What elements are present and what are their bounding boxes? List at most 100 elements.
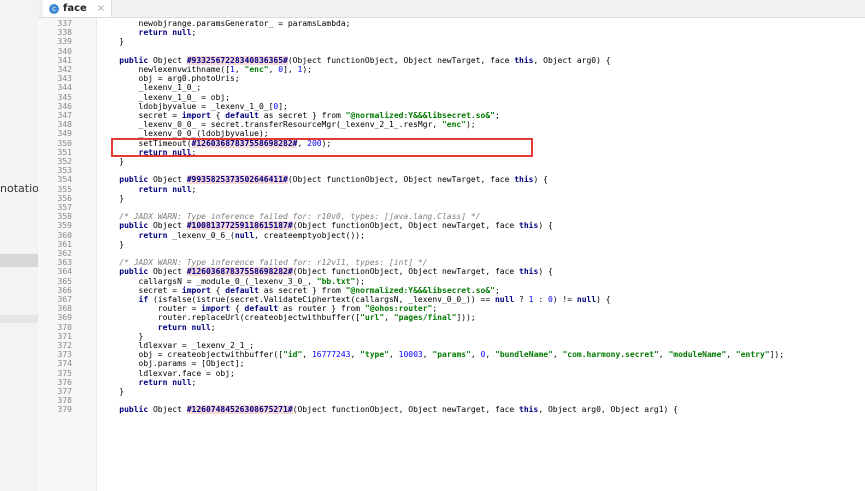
method-name: #9332567228340836365# [186, 55, 288, 65]
code-token: ]; [278, 101, 288, 111]
code-token: , [384, 313, 394, 323]
code-token: callargsN = _module_0_(_lexenv_3_0_, [100, 276, 317, 286]
code-token: ; [191, 28, 197, 38]
code-text: obj.params = [Object]; [100, 359, 245, 368]
code-text: public Object #9332567228340836365#(Obje… [100, 55, 611, 65]
line-number: 375 [57, 368, 72, 378]
code-token: Object [148, 267, 187, 277]
code-token: } [100, 37, 125, 47]
code-text: newobjrange.paramsGenerator_ = paramsLam… [100, 19, 351, 28]
code-token: default [225, 285, 259, 295]
code-token: } [100, 387, 125, 396]
code-token: ); [355, 276, 365, 286]
code-text: return null; [100, 323, 216, 332]
code-token: public [119, 221, 149, 231]
line-number: 370 [57, 322, 72, 332]
code-text: obj = createobjectwithbuffer(["id", 1677… [100, 350, 785, 360]
code-token: , [389, 350, 399, 360]
code-token: ); [466, 120, 476, 130]
code-token: default [225, 111, 259, 120]
highlight-annotation-box [111, 138, 533, 157]
code-text: } [100, 240, 124, 249]
code-text: router.replaceUrl(createobjectwithbuffer… [100, 313, 476, 322]
code-text: } [100, 387, 124, 396]
code-token: , [658, 350, 669, 360]
string-literal: "url" [360, 313, 385, 323]
line-number: 355 [57, 184, 72, 194]
line-number: 349 [57, 129, 72, 139]
line-number: 379 [57, 405, 72, 415]
string-literal: "moduleName" [668, 350, 727, 360]
string-literal: "pages/final" [393, 313, 457, 323]
class-icon: c [49, 3, 59, 14]
code-token: this [519, 267, 539, 277]
line-number: 366 [57, 285, 72, 295]
code-token: ldobjbyvalue = _lexenv_1_0_[ [100, 101, 274, 111]
code-token: { [210, 111, 226, 120]
string-literal: "enc" [441, 120, 467, 130]
code-token: ); [302, 65, 312, 74]
close-icon[interactable]: × [97, 3, 105, 14]
code-text: _lexenv_1_0_ = obj; [100, 93, 231, 102]
code-token: return null [138, 377, 192, 387]
line-number: 361 [57, 239, 72, 249]
code-token: ) { [596, 295, 611, 304]
line-number: 377 [57, 387, 72, 396]
left-panel-row[interactable] [0, 315, 38, 323]
code-token: ])); [456, 313, 476, 323]
line-number: 372 [57, 341, 72, 350]
code-token: ) { [538, 221, 553, 231]
code-token: this [514, 55, 534, 65]
left-panel: notatio [0, 0, 39, 491]
line-number: 378 [57, 396, 72, 406]
tab-face[interactable]: c face × [43, 0, 113, 17]
code-editor[interactable]: 337 newobjrange.paramsGenerator_ = param… [38, 18, 865, 491]
code-text: ldlexvar.face = obj; [100, 369, 235, 378]
code-text: /* JADX WARN: Type inference failed for:… [100, 258, 428, 268]
code-token: obj = createobjectwithbuffer([ [100, 350, 284, 360]
line-number: 374 [57, 359, 72, 369]
code-comment: /* JADX WARN: Type inference failed for:… [100, 258, 428, 268]
string-literal: "type" [360, 350, 390, 360]
code-token: _lexenv_0_0_ = secret.transferResourceMg… [100, 120, 442, 130]
code-token: , [470, 350, 481, 360]
line-number: 360 [57, 230, 72, 240]
code-token: , [485, 350, 496, 360]
code-comment: /* JADX WARN: Type inference failed for:… [100, 212, 481, 222]
code-token: (Object functionObject, Object newTarget… [292, 405, 520, 415]
line-number: 368 [57, 304, 72, 314]
string-literal: "@normalized:Y&&&libsecret.so&" [345, 111, 495, 120]
code-token: this [514, 175, 534, 185]
code-token: this [519, 405, 539, 415]
code-text: _lexenv_1_0_; [100, 83, 202, 92]
code-token: ldlexvar.face = obj; [100, 368, 235, 378]
code-text: if (isfalse(istrue(secret.ValidateCipher… [100, 295, 611, 304]
code-token: , [234, 65, 245, 74]
line-number: 352 [57, 157, 72, 166]
code-text: public Object #12603687837558698282#(Obj… [100, 267, 553, 277]
code-text: return _lexenv_0_6_(null, createemptyobj… [100, 231, 365, 240]
string-literal: "enc" [244, 65, 269, 74]
code-token: Object [148, 221, 187, 231]
code-token: return [138, 230, 168, 240]
code-token: import [201, 304, 231, 314]
method-name: #9935825373502646411# [186, 175, 288, 185]
code-token: (Object functionObject, Object newTarget… [292, 267, 520, 277]
code-text: public Object #9935825373502646411#(Obje… [100, 175, 548, 185]
code-text: public Object #10081377259118615187#(Obj… [100, 221, 553, 231]
code-token: ldlexvar = _lexenv_2_1_; [100, 341, 255, 350]
left-panel-selection[interactable] [0, 254, 38, 267]
line-number: 359 [57, 221, 72, 231]
code-token: public [119, 267, 149, 277]
line-number: 365 [57, 276, 72, 286]
line-number: 347 [57, 111, 72, 120]
left-panel-label: notatio [0, 182, 39, 195]
line-number: 363 [57, 258, 72, 268]
code-token: 10003 [398, 350, 423, 360]
